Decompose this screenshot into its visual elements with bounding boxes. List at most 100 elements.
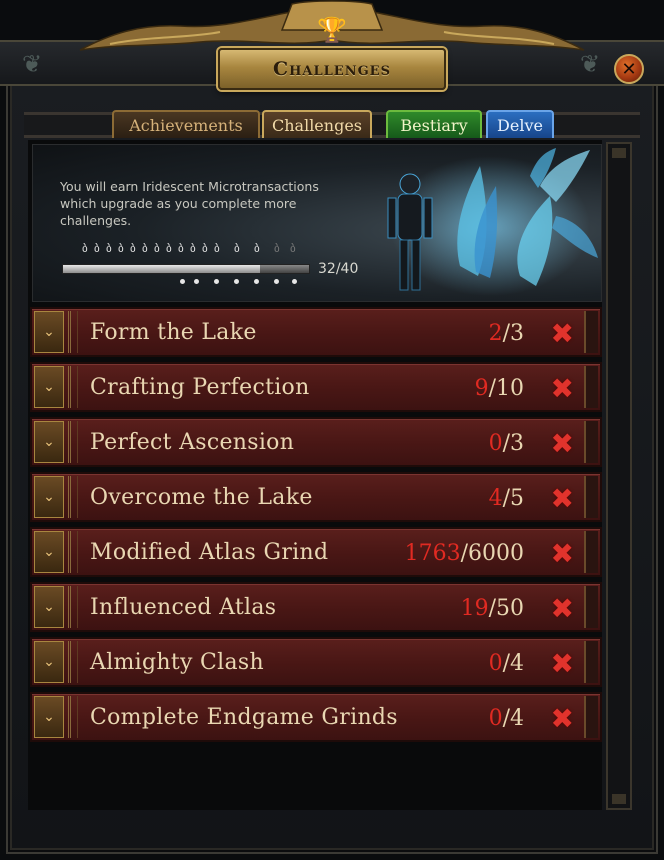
challenge-row[interactable]: ⌄ Overcome the Lake 4/5 ✖ [30,472,602,522]
tab-bestiary[interactable]: Bestiary [386,110,482,138]
trophy-icon: 🏆 [317,16,347,44]
window-title: Challenges [273,58,391,80]
challenge-progress-total: /50 [488,596,524,621]
challenge-progress-total: /6000 [460,541,524,566]
challenge-title: Complete Endgame Grinds [90,705,398,730]
expand-button[interactable]: ⌄ [34,696,64,738]
challenge-progress: 19/50 [461,596,524,621]
challenge-row[interactable]: ⌄ Influenced Atlas 19/50 ✖ [30,582,602,632]
challenge-progress-total: /3 [502,321,524,346]
row-ornament [68,641,78,683]
x-mark-icon: ✖ [550,537,574,570]
expand-button[interactable]: ⌄ [34,641,64,683]
chevron-down-icon: ⌄ [43,599,55,615]
challenge-title: Influenced Atlas [90,595,277,620]
chevron-down-icon: ⌄ [43,709,55,725]
challenge-progress: 0/4 [489,706,524,731]
row-ornament [68,586,78,628]
reward-progress-fill [63,265,260,273]
x-mark-icon: ✖ [550,647,574,680]
challenge-progress-current: 19 [460,596,489,621]
expand-button[interactable]: ⌄ [34,311,64,353]
tab-delve[interactable]: Delve [486,110,554,138]
row-edge-ornament [584,586,598,628]
x-mark-icon: ✖ [550,317,574,350]
milestone-dot [254,279,259,284]
x-mark-icon: ✖ [550,482,574,515]
milestone-dot [214,279,219,284]
scrollbar-cap-bottom [612,794,626,804]
expand-button[interactable]: ⌄ [34,421,64,463]
challenge-title: Almighty Clash [90,650,264,675]
row-ornament [68,366,78,408]
challenge-progress: 4/5 [489,486,524,511]
challenge-row[interactable]: ⌄ Complete Endgame Grinds 0/4 ✖ [30,692,602,742]
close-icon: ✕ [621,58,637,80]
challenge-progress: 9/10 [475,376,524,401]
expand-button[interactable]: ⌄ [34,366,64,408]
row-edge-ornament [584,311,598,353]
milestone-icon: ბ [178,242,184,255]
chevron-down-icon: ⌄ [43,489,55,505]
milestone-dot [194,279,199,284]
tab-label: Bestiary [400,115,468,135]
challenge-progress: 0/4 [489,651,524,676]
challenge-progress-current: 0 [488,651,503,676]
milestone-icon: ბ [234,242,240,255]
challenge-progress: 2/3 [489,321,524,346]
tab-label: Delve [497,115,543,135]
tab-label: Achievements [129,115,243,135]
milestone-icon: ბ [214,242,220,255]
x-mark-icon: ✖ [550,372,574,405]
milestone-dot [180,279,185,284]
milestone-icon: ბ [254,242,260,255]
row-edge-ornament [584,366,598,408]
tab-achievements[interactable]: Achievements [112,110,260,138]
milestone-icon: ბ [202,242,208,255]
challenge-title: Crafting Perfection [90,375,310,400]
expand-button[interactable]: ⌄ [34,586,64,628]
reward-progress-label: 32/40 [318,261,359,277]
row-ornament [68,311,78,353]
milestone-icon: ბ [190,242,196,255]
chevron-down-icon: ⌄ [43,434,55,450]
chevron-down-icon: ⌄ [43,544,55,560]
x-mark-icon: ✖ [550,592,574,625]
tab-challenges[interactable]: Challenges [262,110,372,138]
milestone-dot [274,279,279,284]
milestone-icon: ბ [290,242,296,255]
row-edge-ornament [584,531,598,573]
milestone-icon: ბ [154,242,160,255]
challenge-row[interactable]: ⌄ Perfect Ascension 0/3 ✖ [30,417,602,467]
reward-description: You will earn Iridescent Microtransactio… [60,179,319,228]
challenge-title: Overcome the Lake [90,485,313,510]
challenge-title: Perfect Ascension [90,430,295,455]
challenge-progress-current: 0 [488,431,503,456]
row-ornament [68,421,78,463]
milestone-icon: ბ [274,242,280,255]
microtransaction-preview-image [387,148,598,296]
challenge-row[interactable]: ⌄ Form the Lake 2/3 ✖ [30,307,602,357]
close-button[interactable]: ✕ [614,54,644,84]
milestone-dot [292,279,297,284]
expand-button[interactable]: ⌄ [34,476,64,518]
expand-button[interactable]: ⌄ [34,531,64,573]
tab-label: Challenges [271,115,362,135]
challenge-progress-total: /4 [502,651,524,676]
reward-progress-bar [62,264,310,274]
milestone-icon: ბ [166,242,172,255]
challenge-progress-total: /4 [502,706,524,731]
row-edge-ornament [584,421,598,463]
milestone-icon: ბ [142,242,148,255]
scrollbar-cap-top [612,148,626,158]
reward-milestone-ticks: ბ ბ ბ ბ ბ ბ ბ ბ ბ ბ ბ ბ ბ ბ ბ ბ [82,243,312,259]
scrollbar[interactable] [606,142,632,810]
row-ornament [68,531,78,573]
row-ornament [68,476,78,518]
row-edge-ornament [584,641,598,683]
challenge-title: Modified Atlas Grind [90,540,329,565]
x-mark-icon: ✖ [550,427,574,460]
challenge-row[interactable]: ⌄ Almighty Clash 0/4 ✖ [30,637,602,687]
challenge-row[interactable]: ⌄ Crafting Perfection 9/10 ✖ [30,362,602,412]
challenge-row[interactable]: ⌄ Modified Atlas Grind 1763/6000 ✖ [30,527,602,577]
